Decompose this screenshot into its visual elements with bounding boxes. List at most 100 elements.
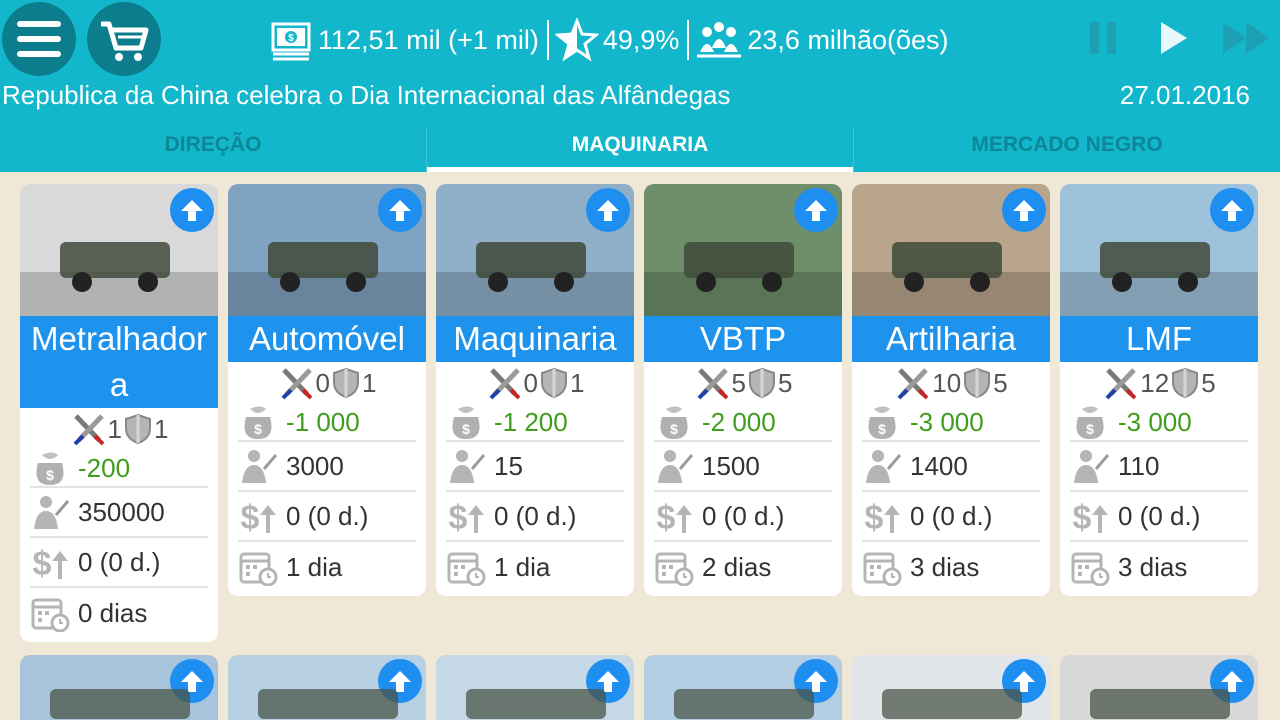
arrow-up-icon [597,200,619,221]
svg-text:$: $ [449,499,468,535]
upgrade-button[interactable] [378,188,422,232]
unit-photo [436,184,634,316]
svg-text:$: $ [254,421,262,437]
attack-defense-row: 0 1 [228,362,426,404]
time-row: 3 dias [862,542,1040,592]
unit-title: VBTP [644,316,842,362]
income-row: $ 0 (0 d.) [1070,492,1248,542]
arrow-up-icon [1013,200,1035,221]
money-bag-icon: $ [660,406,688,439]
income-row: $ 0 (0 d.) [862,492,1040,542]
calendar-clock-icon [655,552,694,586]
unit-photo [258,689,398,719]
svg-text:$: $ [46,467,54,483]
unit-photo [1090,689,1230,719]
pause-icon[interactable] [1088,18,1120,58]
unit-card[interactable]: Automóvel 0 1 $ -1 000 3000 $ 0 (0 d.) 1… [228,184,426,596]
money-value: 112,51 mil (+1 mil) [318,24,539,55]
hamburger-icon [17,21,61,57]
population-icon [697,22,742,58]
unit-photo [20,184,218,316]
tab-bar: DIREÇÃO MAQUINARIA MERCADO NEGRO [0,128,1280,172]
income-value: 0 (0 d.) [78,546,161,577]
play-icon[interactable] [1158,18,1190,58]
income-row: $ 0 (0 d.) [446,492,624,542]
unit-card[interactable] [20,655,218,720]
cost-row: $ -3 000 [1070,404,1248,442]
attack-value: 10 [932,367,962,398]
unit-card[interactable]: Artilharia 10 5 $ -3 000 1400 $ 0 (0 d.)… [852,184,1050,596]
soldiers-value: 15 [494,450,523,481]
attack-defense-row: 12 5 [1060,362,1258,404]
unit-card-grid-row-2 [20,655,1258,720]
defense-value: 1 [154,413,169,444]
time-value: 1 dia [286,551,343,582]
svg-text:$: $ [241,499,260,535]
attack-value: 12 [1140,367,1170,398]
svg-text:$: $ [865,499,884,535]
soldiers-value: 3000 [286,450,344,481]
shield-icon [1172,367,1199,399]
menu-button[interactable] [2,2,76,76]
unit-card[interactable] [644,655,842,720]
arrow-up-icon [805,200,827,221]
income-value: 0 (0 d.) [286,500,369,531]
arrow-up-icon [389,200,411,221]
attack-value: 5 [731,367,746,398]
crossed-swords-icon [697,368,728,400]
cost-value: -1 200 [494,406,568,437]
income-value: 0 (0 d.) [1118,500,1201,531]
upgrade-button[interactable] [794,188,838,232]
soldiers-row: 3000 [238,442,416,492]
money-stat: $ 112,51 mil (+1 mil) [270,14,539,66]
unit-card[interactable] [228,655,426,720]
tab-maquinaria[interactable]: MAQUINARIA [426,128,853,172]
crossed-swords-icon [897,368,929,400]
upgrade-button[interactable] [1210,188,1254,232]
upgrade-button[interactable] [1002,188,1046,232]
unit-title: Automóvel [228,316,426,362]
attack-defense-row: 5 5 [644,362,842,404]
unit-card[interactable] [436,655,634,720]
crossed-swords-icon [489,368,520,400]
unit-card[interactable] [852,655,1050,720]
tab-direcao[interactable]: DIREÇÃO [0,128,426,172]
fast-forward-icon[interactable] [1222,18,1274,58]
crossed-swords-icon [73,414,104,446]
unit-card[interactable] [1060,655,1258,720]
shield-icon [125,413,151,445]
unit-card[interactable]: Maquinaria 0 1 $ -1 200 15 $ 0 (0 d.) 1 … [436,184,634,596]
cost-row: $ -1 200 [446,404,624,442]
unit-photo [674,689,814,719]
unit-card[interactable]: VBTP 5 5 $ -2 000 1500 $ 0 (0 d.) 2 dias [644,184,842,596]
stats-bar: $ 112,51 mil (+1 mil) 49,9% 23,6 milhão(… [270,14,949,66]
shield-icon [333,367,359,399]
svg-text:$: $ [462,421,470,437]
svg-text:$: $ [657,499,676,535]
unit-photo [852,184,1050,316]
svg-text:$: $ [670,421,678,437]
attack-defense-row: 10 5 [852,362,1050,404]
attack-defense-row: 0 1 [436,362,634,404]
soldiers-value: 1500 [702,450,760,481]
shop-button[interactable] [87,2,161,76]
upgrade-button[interactable] [586,188,630,232]
tab-mercado-negro[interactable]: MERCADO NEGRO [853,128,1280,172]
unit-card[interactable]: Metralhadora 1 1 $ -200 350000 $ 0 (0 d.… [20,184,218,642]
upgrade-button[interactable] [170,188,214,232]
cost-value: -3 000 [1118,406,1192,437]
defense-value: 5 [1201,367,1216,398]
time-value: 2 dias [702,551,772,582]
soldiers-value: 350000 [78,496,165,527]
soldier-icon [450,450,486,483]
defense-value: 1 [362,367,377,398]
soldiers-row: 15 [446,442,624,492]
time-row: 0 dias [30,588,208,638]
time-row: 2 dias [654,542,832,592]
money-bag-icon: $ [452,406,480,439]
news-ticker: Republica da China celebra o Dia Interna… [2,80,731,110]
svg-text:$: $ [33,545,52,581]
unit-card[interactable]: LMF 12 5 $ -3 000 110 $ 0 (0 d.) 3 dias [1060,184,1258,596]
soldiers-row: 350000 [30,488,208,538]
income-arrow-icon: $ [241,499,276,535]
